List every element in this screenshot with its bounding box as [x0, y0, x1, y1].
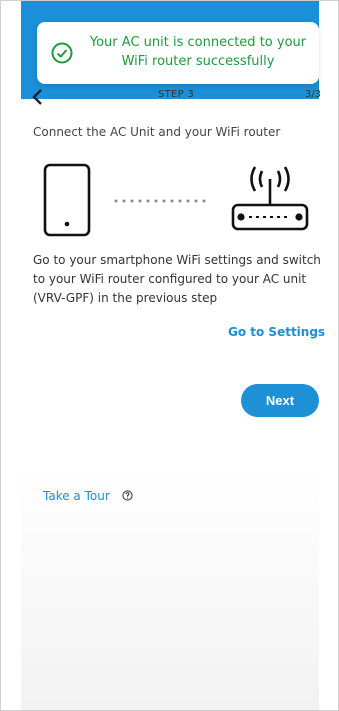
step-label: STEP 3	[157, 89, 195, 100]
toast-message: Your AC unit is connected to your WiFi r…	[89, 35, 307, 69]
page-heading: Connect the AC Unit and your WiFi router	[33, 125, 281, 139]
success-toast: Your AC unit is connected to your WiFi r…	[37, 22, 319, 84]
check-circle-icon	[51, 42, 73, 64]
next-button[interactable]: Next	[241, 384, 319, 417]
take-a-tour-link[interactable]: Take a Tour	[43, 489, 110, 503]
wifi-router-icon	[231, 166, 309, 231]
dotted-connection	[114, 199, 206, 203]
step-count: 3/3	[304, 89, 321, 100]
help-circle-icon[interactable]	[122, 490, 133, 501]
step-header: STEP 3 3/3	[31, 87, 321, 107]
go-to-settings-link[interactable]: Go to Settings	[228, 325, 325, 339]
app-screen: Your AC unit is connected to your WiFi r…	[0, 0, 339, 711]
connection-illustration	[43, 163, 309, 237]
instruction-text: Go to your smartphone WiFi settings and …	[33, 253, 321, 305]
smartphone-icon	[43, 163, 91, 237]
